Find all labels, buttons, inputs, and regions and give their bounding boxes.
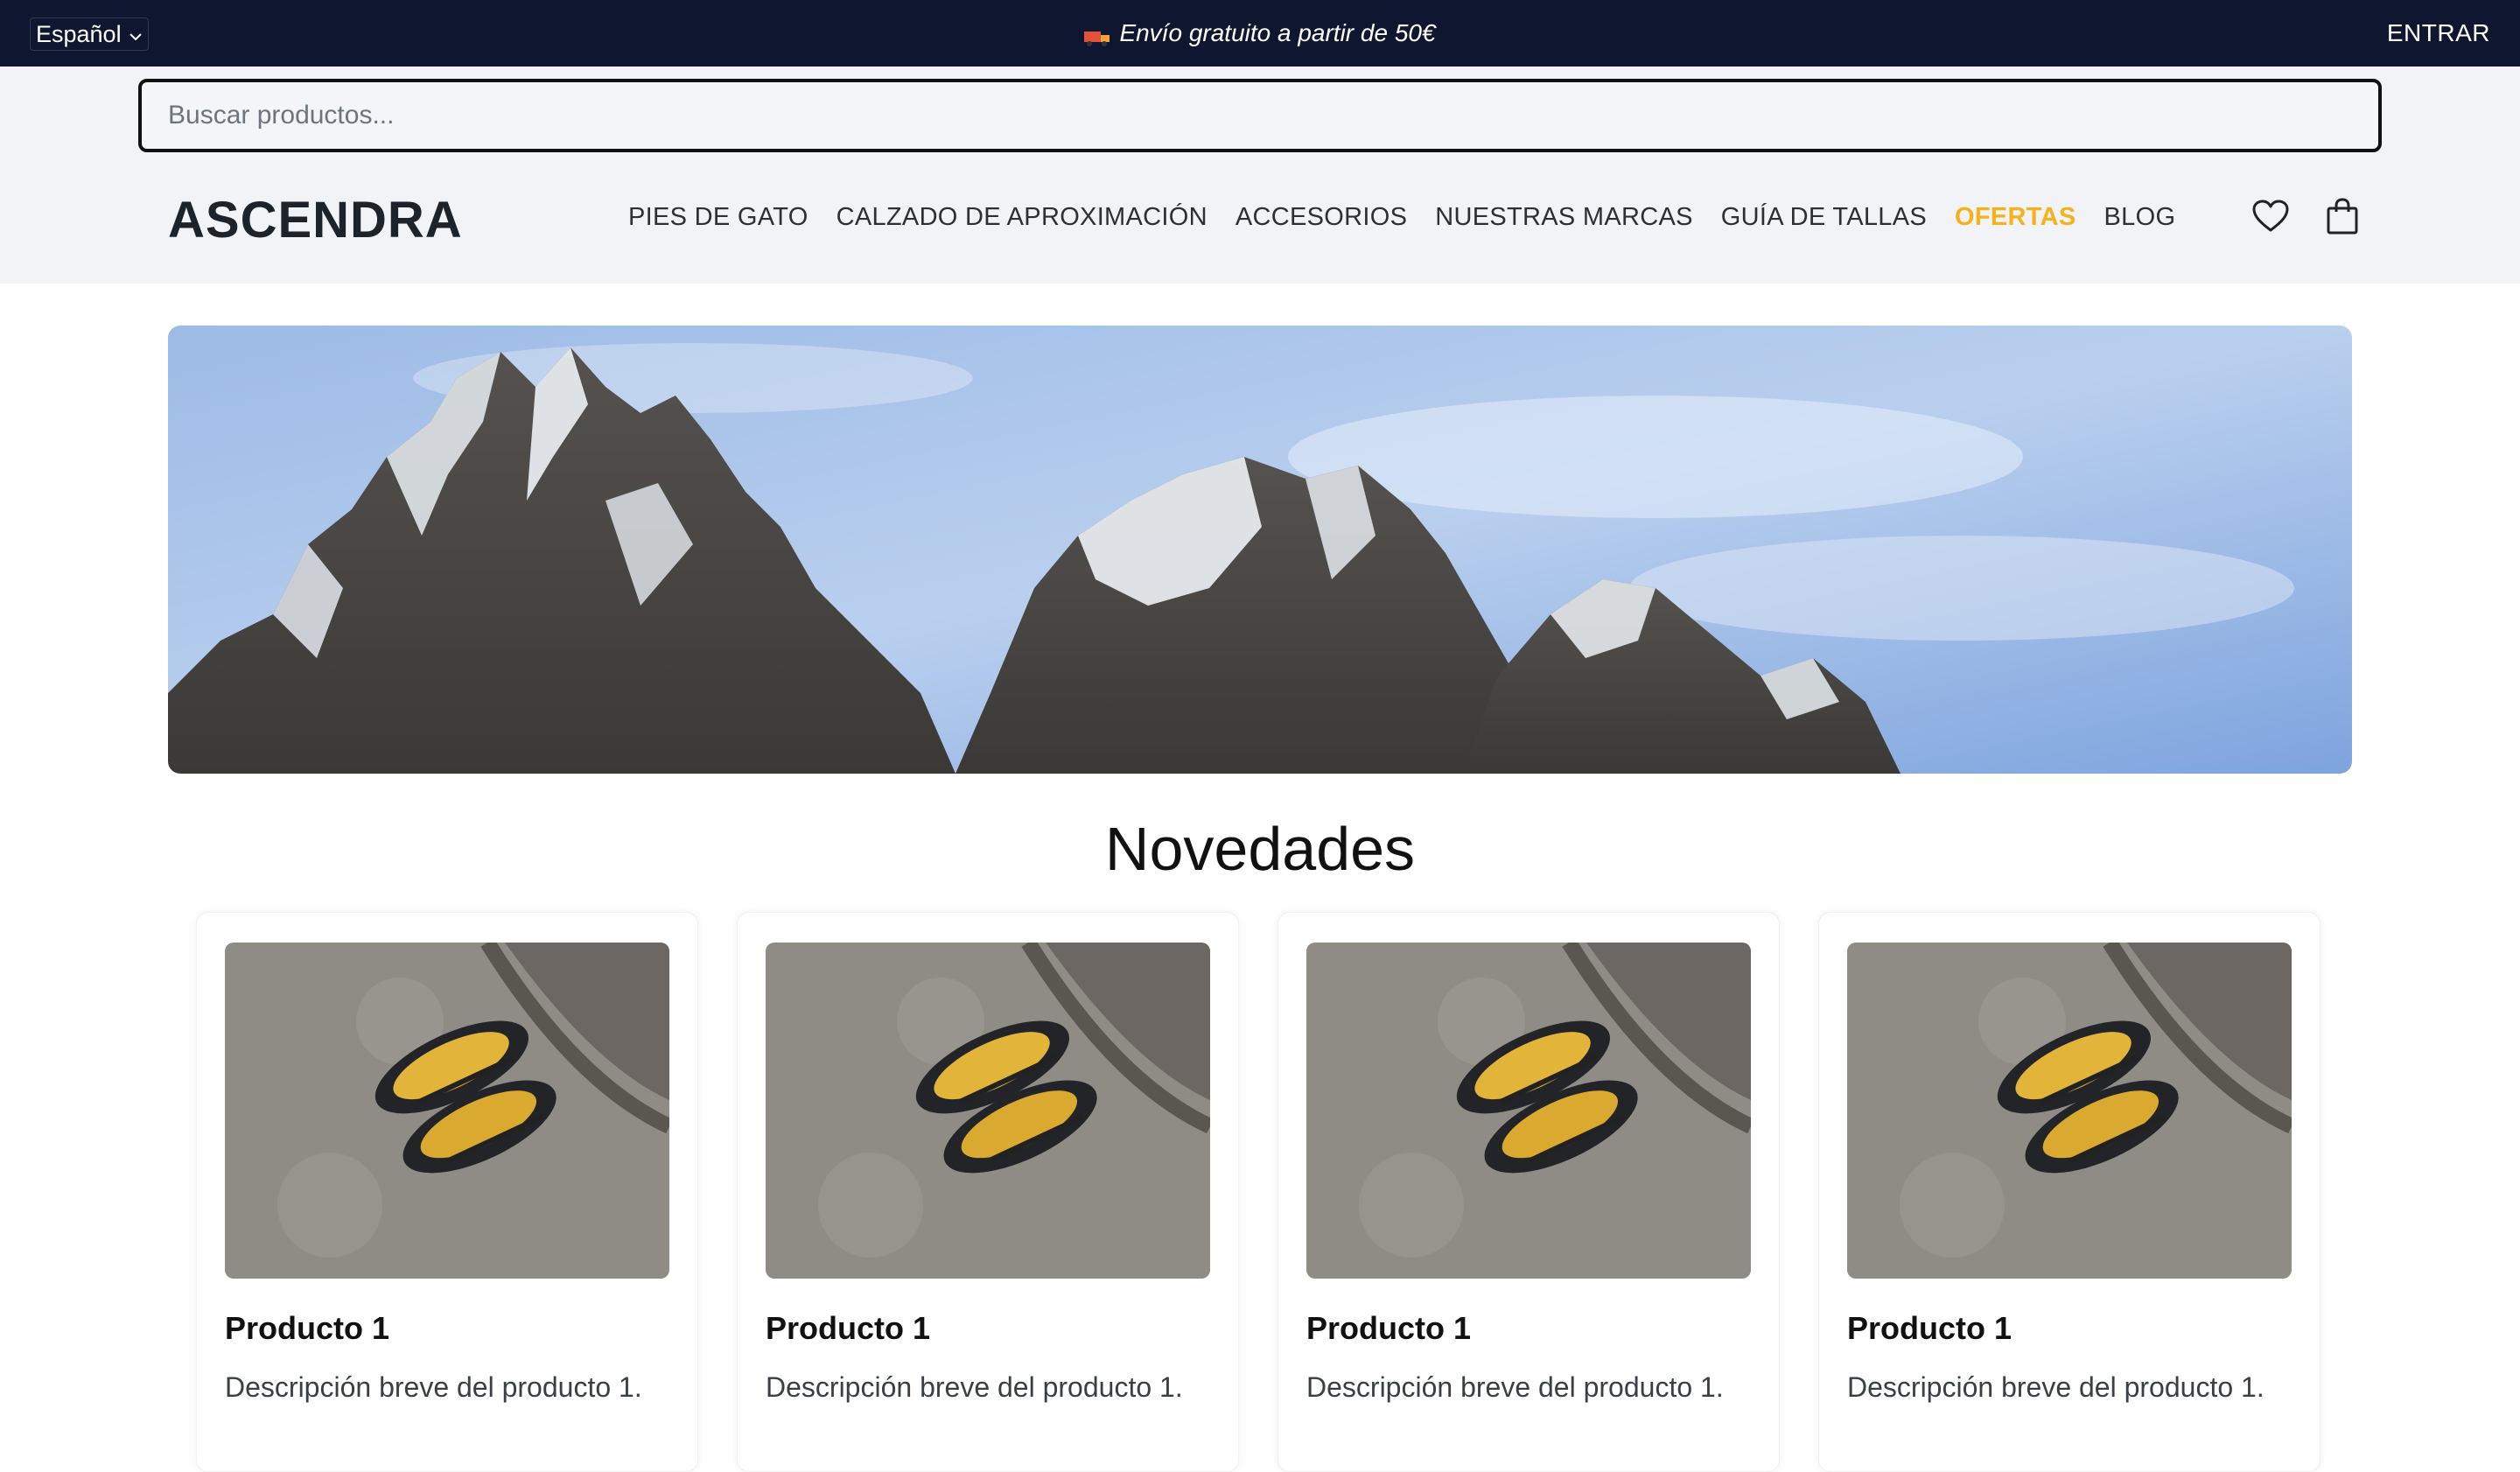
hero-banner	[168, 326, 2352, 774]
product-image[interactable]	[225, 943, 669, 1279]
header-actions	[2250, 196, 2362, 236]
product-card[interactable]: Producto 1 Descripción breve del product…	[1278, 912, 1780, 1472]
search-input[interactable]	[168, 82, 2378, 149]
shipping-promo: Envío gratuito a partir de 50€	[0, 0, 2520, 67]
product-card[interactable]: Producto 1 Descripción breve del product…	[196, 912, 698, 1472]
language-label: Español	[36, 20, 122, 47]
product-name[interactable]: Producto 1	[766, 1310, 1210, 1347]
nav-accesorios[interactable]: ACCESORIOS	[1236, 203, 1407, 232]
heart-icon[interactable]	[2250, 196, 2291, 236]
product-description: Descripción breve del producto 1.	[1306, 1371, 1724, 1403]
top-bar: Envío gratuito a partir de 50€ Español E…	[0, 0, 2520, 67]
product-name[interactable]: Producto 1	[1847, 1310, 2292, 1347]
product-image[interactable]	[766, 943, 1210, 1279]
brand-logo[interactable]: ASCENDRA	[168, 191, 463, 249]
nav-blog[interactable]: BLOG	[2104, 203, 2176, 232]
promo-text: Envío gratuito a partir de 50€	[1119, 19, 1436, 46]
search-bar[interactable]	[138, 79, 2382, 152]
product-name[interactable]: Producto 1	[1306, 1310, 1751, 1347]
chevron-down-icon	[129, 21, 143, 48]
main-nav: PIES DE GATO CALZADO DE APROXIMACIÓN ACC…	[628, 203, 2175, 232]
product-description: Descripción breve del producto 1.	[766, 1371, 1183, 1403]
language-selector[interactable]: Español	[30, 18, 149, 51]
site-header: ASCENDRA PIES DE GATO CALZADO DE APROXIM…	[0, 67, 2520, 284]
truck-icon	[1084, 25, 1110, 46]
product-card[interactable]: Producto 1 Descripción breve del product…	[1818, 912, 2320, 1472]
nav-pies-de-gato[interactable]: PIES DE GATO	[628, 203, 808, 232]
nav-ofertas[interactable]: OFERTAS	[1955, 203, 2076, 232]
login-link[interactable]: ENTRAR	[2387, 0, 2490, 67]
nav-calzado-aproximacion[interactable]: CALZADO DE APROXIMACIÓN	[836, 203, 1208, 232]
shopping-bag-icon[interactable]	[2322, 196, 2362, 236]
product-description: Descripción breve del producto 1.	[1847, 1371, 2264, 1403]
section-title: Novedades	[1104, 815, 1416, 883]
product-image[interactable]	[1306, 943, 1751, 1279]
product-image[interactable]	[1847, 943, 2292, 1279]
product-grid: Producto 1 Descripción breve del product…	[196, 912, 2324, 1472]
nav-guia-tallas[interactable]: GUÍA DE TALLAS	[1721, 203, 1927, 232]
nav-nuestras-marcas[interactable]: NUESTRAS MARCAS	[1435, 203, 1693, 232]
product-card[interactable]: Producto 1 Descripción breve del product…	[737, 912, 1239, 1472]
product-description: Descripción breve del producto 1.	[225, 1371, 642, 1403]
product-name[interactable]: Producto 1	[225, 1310, 669, 1347]
